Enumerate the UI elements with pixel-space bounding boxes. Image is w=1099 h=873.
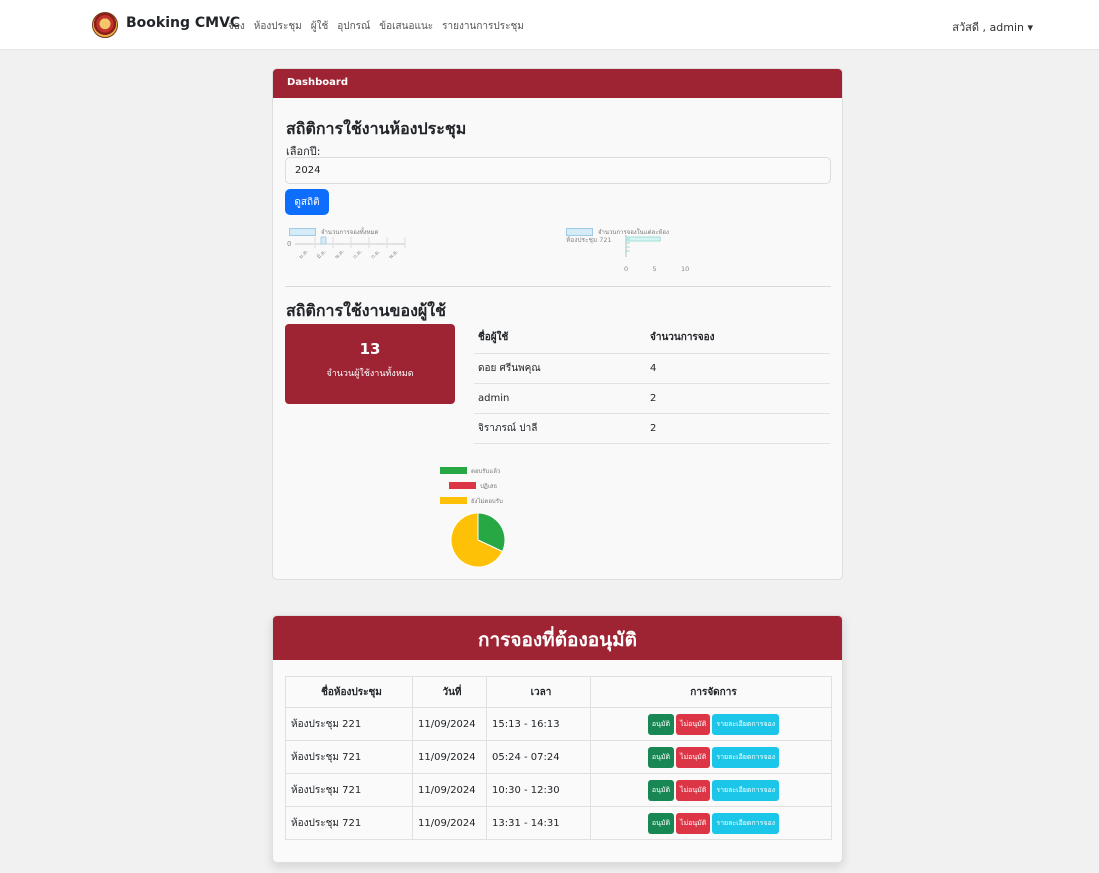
x-tick-label: 10 [681, 265, 689, 273]
approve-button[interactable]: อนุมัติ [647, 812, 675, 834]
column-header-time: เวลา [486, 676, 591, 708]
legend-pending: ยังไม่ตอบรับ [471, 497, 503, 505]
user-menu-dropdown[interactable]: สวัสดี , admin ▾ [952, 18, 1033, 36]
actions-cell: อนุมัติ ไม่อนุมัติ รายละเอียดการจอง [590, 707, 832, 741]
user-stats-title: สถิติการใช้งานของผู้ใช้ [286, 301, 446, 320]
pending-approvals-title: การจองที่ต้องอนุมัติ [273, 616, 842, 660]
table-header-row: ชื่อห้องประชุม วันที่ เวลา การจัดการ [285, 676, 832, 708]
navbar: Booking CMVC จอง ห้องประชุม ผู้ใช้ อุปกร… [0, 0, 1099, 50]
approve-button[interactable]: อนุมัติ [647, 746, 675, 768]
reject-button[interactable]: ไม่อนุมัติ [676, 812, 711, 834]
username-cell: ดอย ศรีนพคุณ [474, 353, 646, 384]
room-bar-svg: ห้องประชุม 721 0 5 10 [566, 235, 689, 273]
booking-count-cell: 2 [646, 413, 830, 444]
legend-rejected: ปฏิเสธ [480, 482, 498, 490]
status-pie-chart [450, 512, 506, 568]
x-tick-label: 5 [653, 265, 657, 273]
reject-button[interactable]: ไม่อนุมัติ [676, 779, 711, 801]
actions-cell: อนุมัติ ไม่อนุมัติ รายละเอียดการจอง [590, 773, 832, 807]
room-cell: ห้องประชุม 721 [285, 806, 413, 840]
column-header-date: วันที่ [412, 676, 487, 708]
room-stats-title: สถิติการใช้งานห้องประชุม [286, 119, 467, 138]
username-cell: admin [474, 383, 646, 414]
table-row: ดอย ศรีนพคุณ 4 [474, 353, 830, 384]
approve-button[interactable]: อนุมัติ [647, 713, 675, 735]
room-cell: ห้องประชุม 721 [285, 740, 413, 774]
legend-swatch-pending [440, 497, 467, 504]
actions-cell: อนุมัติ ไม่อนุมัติ รายละเอียดการจอง [590, 740, 832, 774]
bar [320, 236, 327, 245]
legend-swatch-rejected [449, 482, 476, 489]
view-stats-button[interactable]: ดูสถิติ [285, 189, 329, 215]
pending-approvals-table: ชื่อห้องประชุม วันที่ เวลา การจัดการ ห้อ… [285, 676, 832, 840]
table-row: admin 2 [474, 383, 830, 414]
x-tick-label: พ.ค. [334, 248, 346, 260]
nav-link-equipment[interactable]: อุปกรณ์ [337, 19, 370, 34]
legend-swatch-accepted [440, 467, 467, 474]
y-tick-label: 0 [287, 240, 291, 248]
section-divider [285, 286, 831, 287]
pie-legend: ตอบรับแล้ว ปฏิเสธ ยังไม่ตอบรับ [423, 463, 503, 508]
total-users-label: จำนวนผู้ใช้งานทั้งหมด [326, 369, 414, 379]
pending-approvals-card: การจองที่ต้องอนุมัติ ชื่อห้องประชุม วันท… [272, 615, 843, 863]
column-header-room: ชื่อห้องประชุม [285, 676, 413, 708]
column-header-booking-count: จำนวนการจอง [646, 323, 830, 354]
reject-button[interactable]: ไม่อนุมัติ [676, 713, 711, 735]
nav-link-users[interactable]: ผู้ใช้ [311, 19, 329, 34]
date-cell: 11/09/2024 [412, 806, 487, 840]
dashboard-header: Dashboard [273, 69, 842, 98]
bar [625, 236, 661, 242]
time-cell: 13:31 - 14:31 [486, 806, 591, 840]
approve-button[interactable]: อนุมัติ [647, 779, 675, 801]
user-bookings-table: ชื่อผู้ใช้ จำนวนการจอง ดอย ศรีนพคุณ 4 ad… [474, 323, 830, 444]
x-tick-label: พ.ย. [388, 249, 400, 261]
table-header-row: ชื่อผู้ใช้ จำนวนการจอง [474, 323, 830, 354]
booking-detail-button[interactable]: รายละเอียดการจอง [712, 713, 780, 735]
time-cell: 15:13 - 16:13 [486, 707, 591, 741]
nav-link-booking[interactable]: จอง [228, 19, 245, 34]
nav-links: จอง ห้องประชุม ผู้ใช้ อุปกรณ์ ข้อเสนอแนะ… [228, 19, 533, 34]
total-users-count: 13 [359, 340, 381, 358]
date-cell: 11/09/2024 [412, 740, 487, 774]
date-cell: 11/09/2024 [412, 707, 487, 741]
column-header-actions: การจัดการ [590, 676, 832, 708]
x-tick-label: ก.ค. [352, 249, 364, 261]
x-tick-label: 0 [624, 265, 628, 273]
username-cell: จิราภรณ์ ปาลี [474, 413, 646, 444]
total-users-stat: 13 จำนวนผู้ใช้งานทั้งหมด [285, 324, 455, 404]
booking-detail-button[interactable]: รายละเอียดการจอง [712, 779, 780, 801]
time-cell: 05:24 - 07:24 [486, 740, 591, 774]
table-row: จิราภรณ์ ปาลี 2 [474, 413, 830, 444]
table-row: ห้องประชุม 721 11/09/2024 13:31 - 14:31 … [285, 806, 832, 840]
booking-detail-button[interactable]: รายละเอียดการจอง [712, 746, 780, 768]
booking-detail-button[interactable]: รายละเอียดการจอง [712, 812, 780, 834]
year-select[interactable]: 2024 [285, 157, 831, 184]
legend-accepted: ตอบรับแล้ว [471, 467, 501, 475]
x-tick-label: ม.ค. [298, 248, 310, 260]
brand-logo-icon[interactable] [92, 12, 118, 38]
time-cell: 10:30 - 12:30 [486, 773, 591, 807]
nav-link-feedback[interactable]: ข้อเสนอแนะ [379, 19, 433, 34]
x-tick-label: ก.ย. [370, 249, 382, 261]
monthly-bookings-chart: จำนวนการจองทั้งหมด 0 ม.ค. มิ.ย. พ.ค. ก.ค. ก.… [287, 221, 417, 281]
brand-name[interactable]: Booking CMVC [126, 15, 240, 31]
date-cell: 11/09/2024 [412, 773, 487, 807]
dashboard-card: Dashboard สถิติการใช้งานห้องประชุม เลือก… [272, 68, 843, 580]
column-header-username: ชื่อผู้ใช้ [474, 323, 646, 354]
room-cell: ห้องประชุม 721 [285, 773, 413, 807]
reject-button[interactable]: ไม่อนุมัติ [676, 746, 711, 768]
room-bookings-chart: จำนวนการจองในแต่ละห้อง ห้องประชุม 721 05… [566, 221, 766, 281]
room-cell: ห้องประชุม 221 [285, 707, 413, 741]
nav-link-reports[interactable]: รายงานการประชุม [442, 19, 524, 34]
table-row: ห้องประชุม 221 11/09/2024 15:13 - 16:13 … [285, 707, 832, 741]
room-category-label: ห้องประชุม 721 [566, 236, 612, 244]
booking-count-cell: 2 [646, 383, 830, 414]
actions-cell: อนุมัติ ไม่อนุมัติ รายละเอียดการจอง [590, 806, 832, 840]
monthly-bar-svg: 0 ม.ค. มิ.ย. พ.ค. ก.ค. ก.ย. พ.ย. [287, 236, 406, 261]
booking-count-cell: 4 [646, 353, 830, 384]
table-row: ห้องประชุม 721 11/09/2024 10:30 - 12:30 … [285, 773, 832, 807]
nav-link-rooms[interactable]: ห้องประชุม [254, 19, 302, 34]
x-tick-label: มิ.ย. [315, 248, 328, 261]
table-row: ห้องประชุม 721 11/09/2024 05:24 - 07:24 … [285, 740, 832, 774]
